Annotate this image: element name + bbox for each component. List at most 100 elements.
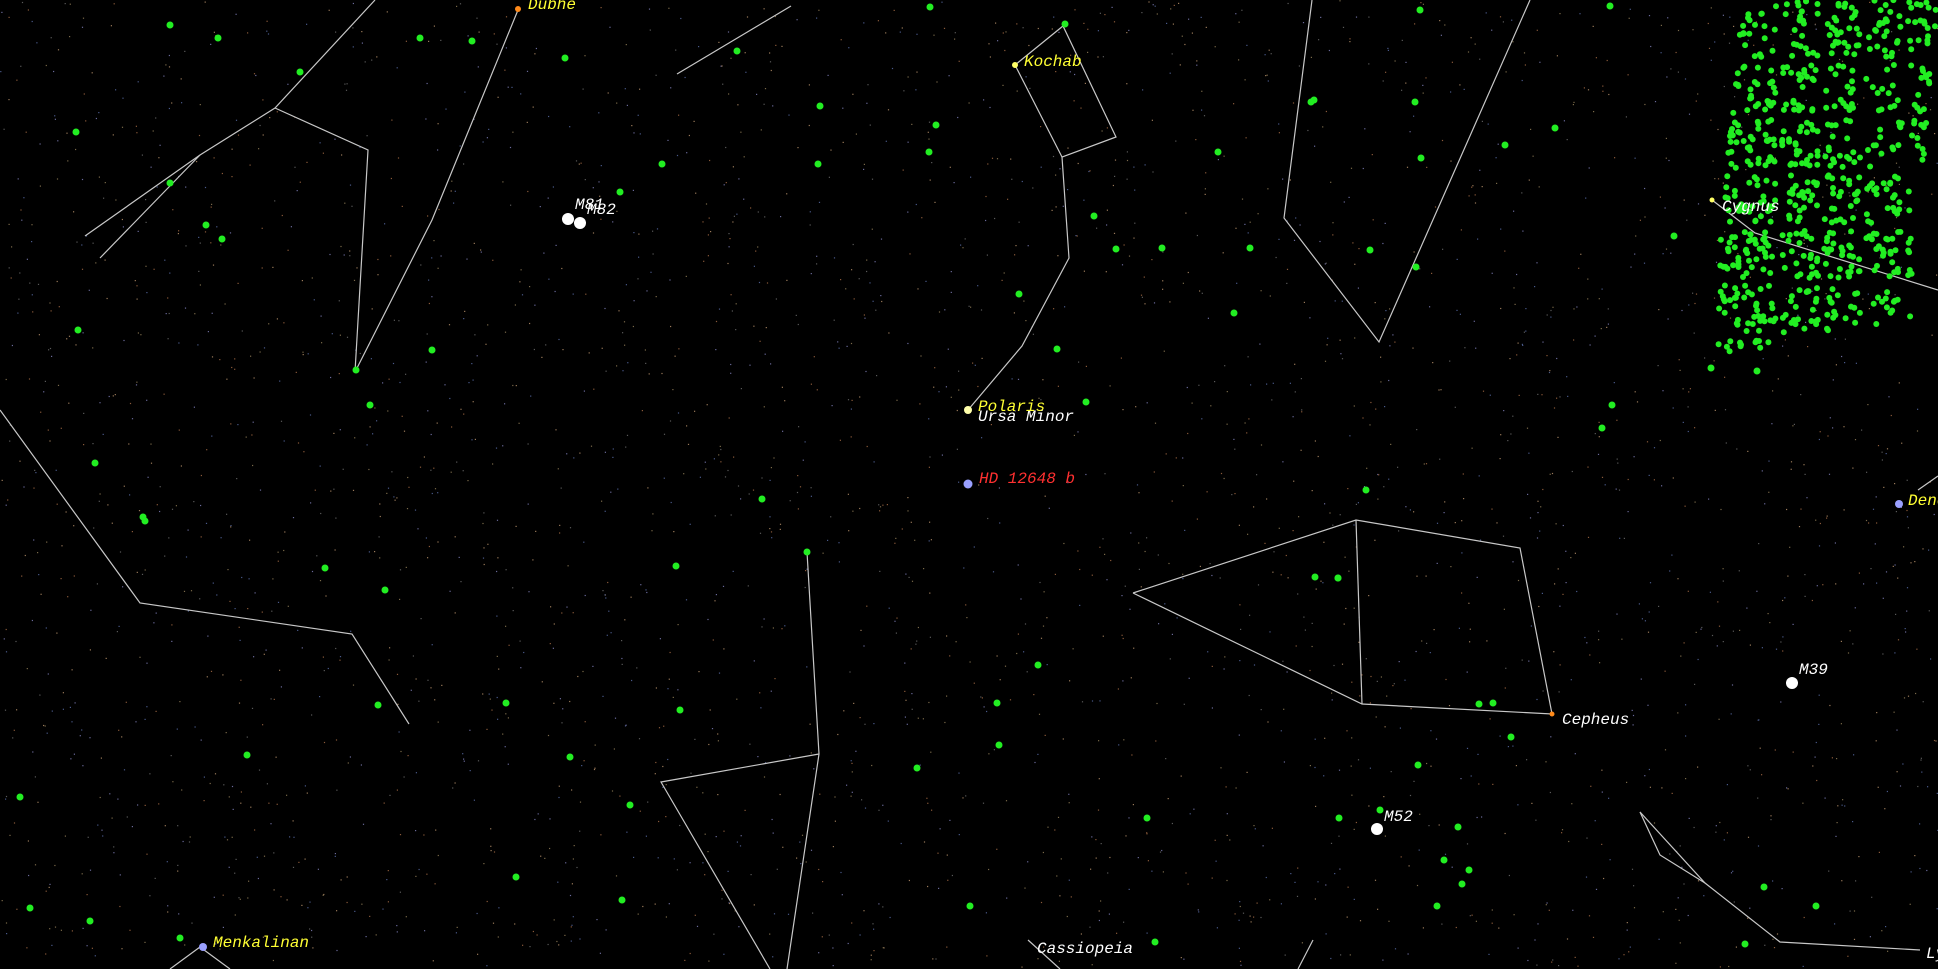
cluster-marker-icon[interactable]	[1760, 883, 1768, 891]
cluster-marker-icon[interactable]	[243, 751, 251, 759]
cluster-marker-icon[interactable]	[16, 793, 24, 801]
cluster-marker-icon[interactable]	[1417, 154, 1425, 162]
bright-star-icon[interactable]	[1012, 62, 1018, 68]
cluster-marker-icon[interactable]	[1458, 880, 1466, 888]
star-label-dubhe[interactable]: Dubhe	[528, 0, 576, 14]
cluster-marker-icon[interactable]	[1230, 309, 1238, 317]
cluster-marker-icon[interactable]	[1335, 814, 1343, 822]
cluster-marker-icon[interactable]	[1412, 263, 1420, 271]
cluster-marker-icon[interactable]	[758, 495, 766, 503]
cluster-marker-icon[interactable]	[1501, 141, 1509, 149]
exoplanet-marker-icon[interactable]	[963, 479, 973, 489]
cluster-marker-icon[interactable]	[1598, 424, 1606, 432]
cluster-marker-icon[interactable]	[1741, 940, 1749, 948]
bright-star-icon[interactable]	[199, 943, 207, 951]
cluster-marker-icon[interactable]	[214, 34, 222, 42]
cluster-marker-icon[interactable]	[1606, 2, 1614, 10]
bright-star-icon[interactable]	[1549, 711, 1555, 717]
cluster-marker-icon[interactable]	[1551, 124, 1559, 132]
cluster-marker-icon[interactable]	[1376, 806, 1384, 814]
galaxy-label-m82[interactable]: M82	[587, 201, 616, 219]
cluster-marker-icon[interactable]	[966, 902, 974, 910]
cluster-marker-icon[interactable]	[672, 562, 680, 570]
cluster-marker-icon[interactable]	[1507, 733, 1515, 741]
cluster-marker-icon[interactable]	[512, 873, 520, 881]
galaxy-marker-icon[interactable]	[574, 217, 586, 229]
cluster-marker-icon[interactable]	[1090, 212, 1098, 220]
cluster-marker-icon[interactable]	[1433, 902, 1441, 910]
cluster-marker-icon[interactable]	[814, 160, 822, 168]
bright-star-icon[interactable]	[1709, 197, 1715, 203]
constellation-label-lyra[interactable]: Lyra	[1926, 945, 1938, 963]
cluster-marker-icon[interactable]	[561, 54, 569, 62]
bright-star-icon[interactable]	[964, 406, 972, 414]
sky-map[interactable]: Dubhe Kochab Ursa Minor Polaris HD 12648…	[0, 0, 1938, 969]
cluster-label-m39[interactable]: M39	[1799, 661, 1828, 679]
star-label-deneb[interactable]: Deneb	[1908, 492, 1938, 510]
cluster-marker-icon[interactable]	[1151, 938, 1159, 946]
cluster-label-m52[interactable]: M52	[1384, 808, 1413, 826]
cluster-marker-icon[interactable]	[1812, 902, 1820, 910]
cluster-marker-icon[interactable]	[1440, 856, 1448, 864]
cluster-marker-icon[interactable]	[1143, 814, 1151, 822]
cluster-marker-icon[interactable]	[1362, 486, 1370, 494]
cluster-marker-icon[interactable]	[1366, 246, 1374, 254]
cluster-marker-icon[interactable]	[1465, 866, 1473, 874]
cluster-marker-icon[interactable]	[932, 121, 940, 129]
cluster-marker-icon[interactable]	[1454, 823, 1462, 831]
cluster-marker-icon[interactable]	[468, 37, 476, 45]
cluster-marker-icon[interactable]	[658, 160, 666, 168]
cluster-marker-icon[interactable]	[26, 904, 34, 912]
cluster-marker-icon[interactable]	[381, 586, 389, 594]
cluster-marker-icon[interactable]	[1246, 244, 1254, 252]
cluster-marker-icon[interactable]	[1112, 245, 1120, 253]
cluster-marker-icon[interactable]	[913, 764, 921, 772]
cluster-marker-icon[interactable]	[1414, 761, 1422, 769]
cluster-marker-icon[interactable]	[1082, 398, 1090, 406]
cluster-marker-icon[interactable]	[91, 459, 99, 467]
cluster-marker-icon[interactable]	[1034, 661, 1042, 669]
cluster-marker-icon[interactable]	[428, 346, 436, 354]
cluster-marker-icon[interactable]	[995, 741, 1003, 749]
cluster-marker-icon[interactable]	[86, 917, 94, 925]
bright-star-icon[interactable]	[515, 6, 521, 12]
cluster-marker-icon[interactable]	[321, 564, 329, 572]
cluster-marker-icon[interactable]	[1489, 699, 1497, 707]
cluster-marker-icon[interactable]	[1416, 6, 1424, 14]
cluster-marker-icon[interactable]	[1053, 345, 1061, 353]
cluster-marker-icon[interactable]	[296, 68, 304, 76]
cluster-marker-icon[interactable]	[374, 701, 382, 709]
cluster-marker-icon[interactable]	[1310, 96, 1318, 104]
cluster-marker-icon[interactable]	[1371, 823, 1383, 835]
cluster-marker-icon[interactable]	[616, 188, 624, 196]
galaxy-marker-icon[interactable]	[562, 213, 574, 225]
cluster-marker-icon[interactable]	[176, 934, 184, 942]
cluster-marker-icon[interactable]	[1753, 367, 1761, 375]
cluster-marker-icon[interactable]	[618, 896, 626, 904]
cluster-marker-icon[interactable]	[1061, 20, 1069, 28]
cluster-marker-icon[interactable]	[1786, 677, 1798, 689]
bright-star-icon[interactable]	[1895, 500, 1903, 508]
cluster-marker-icon[interactable]	[366, 401, 374, 409]
cluster-marker-icon[interactable]	[202, 221, 210, 229]
cluster-marker-icon[interactable]	[141, 517, 149, 525]
cluster-marker-icon[interactable]	[166, 179, 174, 187]
cluster-marker-icon[interactable]	[1411, 98, 1419, 106]
cluster-marker-icon[interactable]	[1670, 232, 1678, 240]
cluster-marker-icon[interactable]	[502, 699, 510, 707]
cluster-marker-icon[interactable]	[676, 706, 684, 714]
cluster-marker-icon[interactable]	[1214, 148, 1222, 156]
cluster-marker-icon[interactable]	[803, 548, 811, 556]
cluster-marker-icon[interactable]	[74, 326, 82, 334]
cluster-marker-icon[interactable]	[166, 21, 174, 29]
cluster-marker-icon[interactable]	[1311, 573, 1319, 581]
cluster-marker-icon[interactable]	[925, 148, 933, 156]
cluster-marker-icon[interactable]	[218, 235, 226, 243]
cluster-marker-icon[interactable]	[1608, 401, 1616, 409]
constellation-label-cepheus[interactable]: Cepheus	[1562, 711, 1629, 729]
star-label-menkalinan[interactable]: Menkalinan	[213, 934, 309, 952]
constellation-label-cygnus[interactable]: Cygnus	[1722, 198, 1780, 216]
cluster-marker-icon[interactable]	[72, 128, 80, 136]
cluster-marker-icon[interactable]	[993, 699, 1001, 707]
star-label-kochab[interactable]: Kochab	[1024, 53, 1082, 71]
